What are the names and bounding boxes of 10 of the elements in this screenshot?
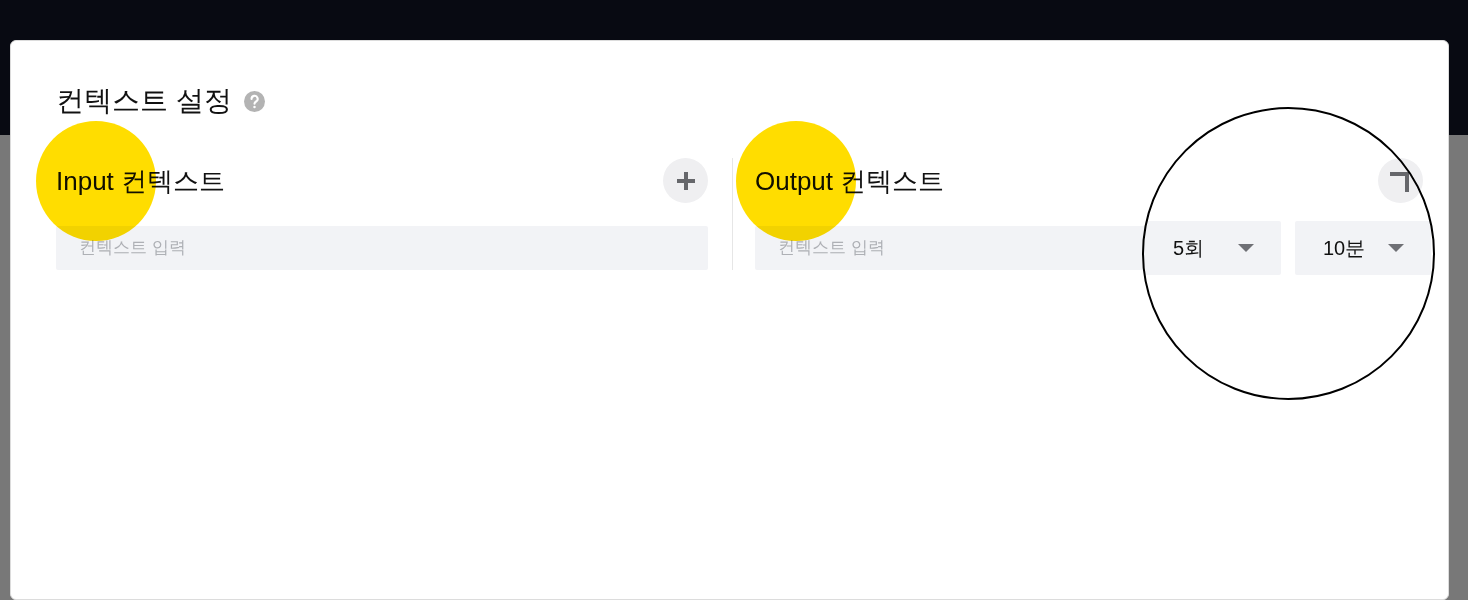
- dropdown-select[interactable]: 10분: [1295, 221, 1431, 275]
- caret-down-icon: [1238, 244, 1254, 252]
- dialog-title: 컨텍스트 설정: [56, 84, 232, 118]
- plus-icon: [674, 169, 697, 192]
- add-button[interactable]: [1378, 158, 1423, 203]
- cut-plus-icon: [1389, 169, 1412, 192]
- context-input-field[interactable]: 컨텍스트 입력: [755, 226, 1145, 270]
- context-input-field[interactable]: 컨텍스트 입력: [56, 226, 708, 270]
- caret-down-icon: [1388, 244, 1404, 252]
- dropdown-select[interactable]: 5회: [1145, 221, 1281, 275]
